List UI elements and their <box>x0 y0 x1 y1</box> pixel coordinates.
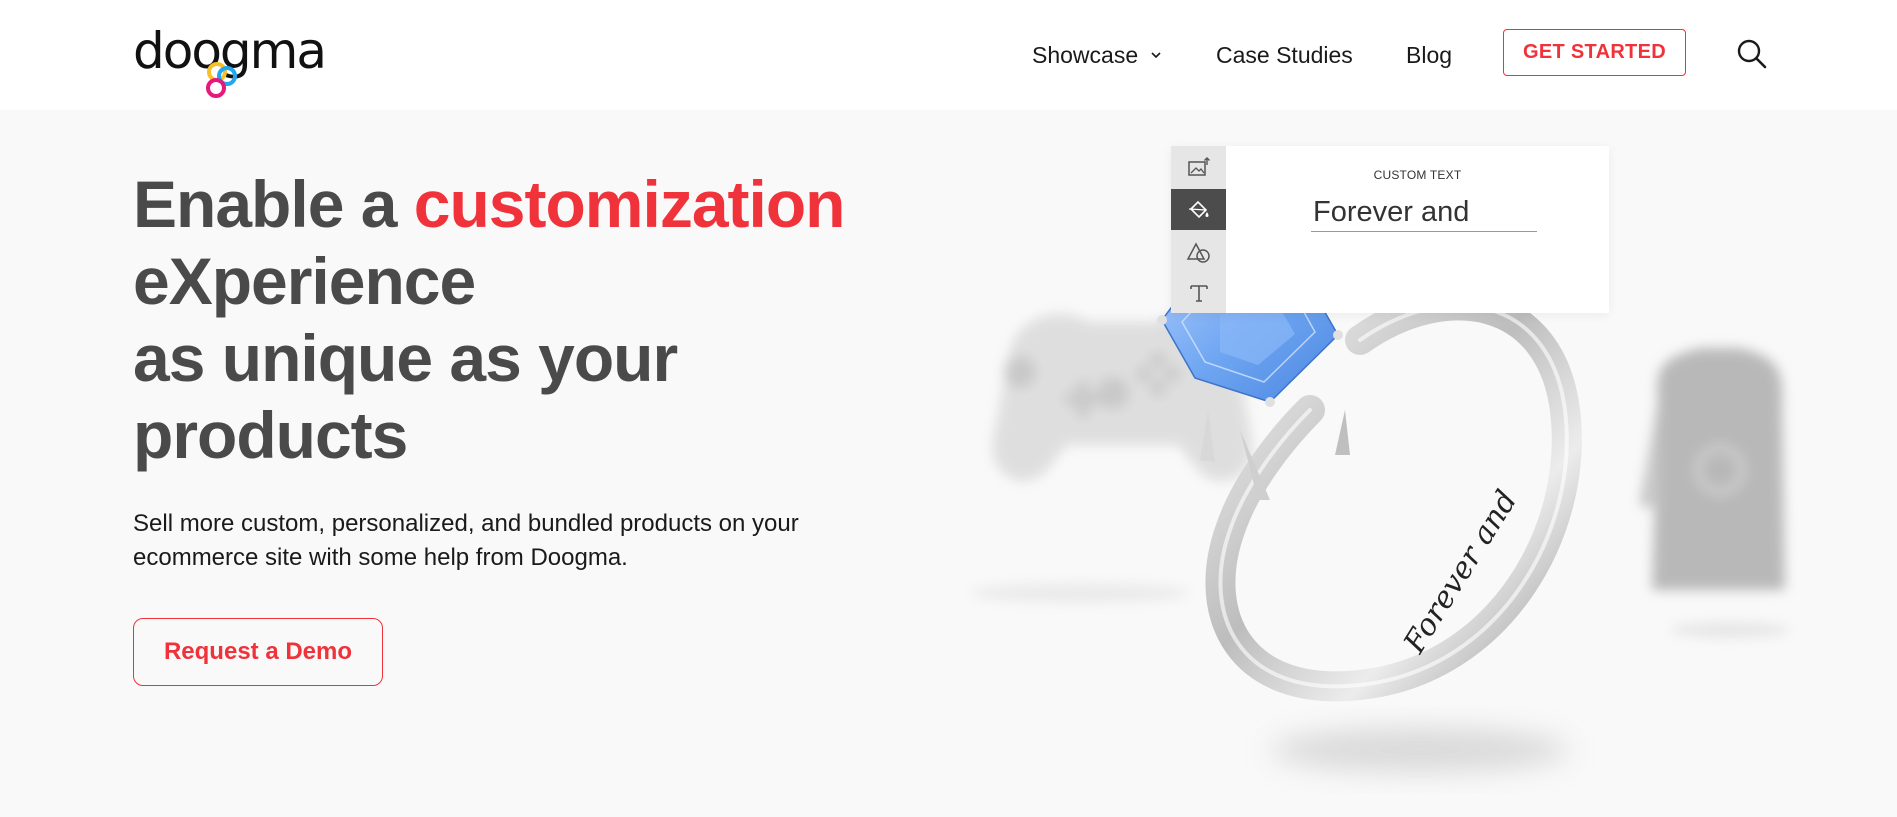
hero-title-accent: customization <box>413 167 846 241</box>
hero-title-line-2: eXperience <box>133 244 476 318</box>
search-icon[interactable] <box>1736 38 1768 70</box>
customizer-toolbar <box>1171 146 1226 313</box>
shapes-tool[interactable] <box>1171 231 1226 272</box>
custom-text-label: CUSTOM TEXT <box>1373 168 1462 182</box>
shirt-image <box>1640 348 1790 638</box>
hero-subtitle: Sell more custom, personalized, and bund… <box>133 510 799 571</box>
customizer-panel: CUSTOM TEXT Forever and <box>1171 146 1609 313</box>
text-icon <box>1189 284 1208 302</box>
nav-case-studies[interactable]: Case Studies <box>1216 0 1353 110</box>
paint-bucket-icon <box>1188 200 1208 218</box>
nav-showcase-label: Showcase <box>1032 41 1139 68</box>
get-started-button[interactable]: GET STARTED <box>1503 29 1686 76</box>
request-demo-button[interactable]: Request a Demo <box>133 618 383 686</box>
image-upload-icon <box>1187 156 1210 176</box>
image-upload-tool[interactable] <box>1171 146 1226 187</box>
custom-text-input[interactable]: Forever and <box>1311 196 1537 232</box>
hero-title-line-3: as unique as your <box>133 321 678 395</box>
nav-showcase[interactable]: Showcase <box>1032 0 1162 110</box>
hero-title-prefix: Enable a <box>133 167 414 241</box>
paint-bucket-tool[interactable] <box>1171 189 1226 230</box>
logo-rings-icon <box>206 62 237 98</box>
hero-visual: Forever and CUSTOM TEXT Forever and <box>940 110 1897 817</box>
doogma-logo[interactable]: doogma <box>133 18 327 98</box>
hero-title-line-4: products <box>133 398 408 472</box>
ring-shadow <box>1270 728 1570 772</box>
text-tool[interactable] <box>1171 272 1226 313</box>
chevron-down-icon <box>1151 52 1161 59</box>
nav-blog[interactable]: Blog <box>1406 0 1452 110</box>
hero-title: Enable a customization eXperience as uni… <box>133 166 893 474</box>
shapes-icon <box>1186 241 1210 263</box>
site-header: doogma Showcase Case Studies Blog GET ST… <box>0 0 1897 110</box>
